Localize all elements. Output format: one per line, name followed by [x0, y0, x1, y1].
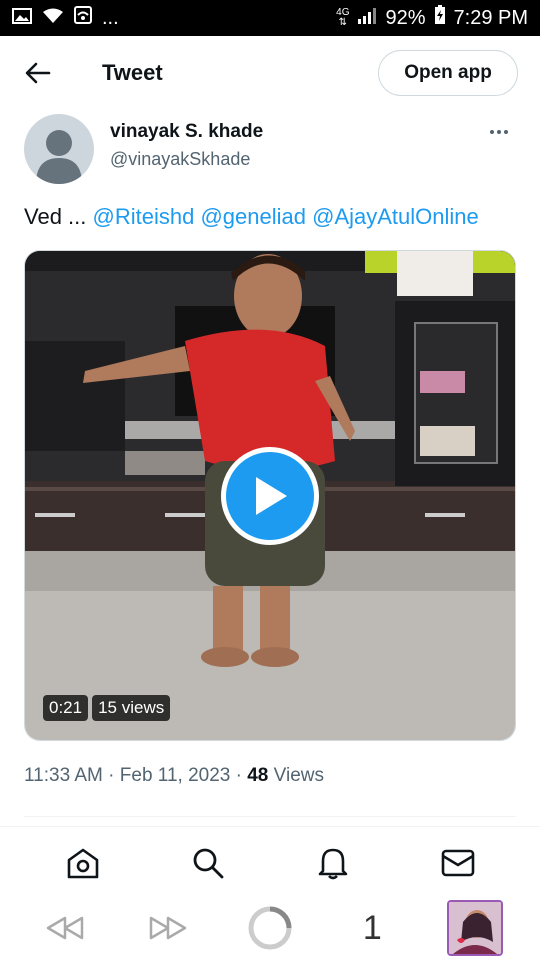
top-bar: Tweet Open app — [0, 36, 540, 110]
more-dot-icon — [504, 130, 508, 134]
gallery-notification-icon — [12, 7, 32, 30]
tweet-author: vinayak S. khade @vinayakSkhade — [24, 114, 516, 186]
browser-toolbar: 1 — [0, 896, 540, 960]
tweet-text: Ved ... @Riteishd @geneliad @AjayAtulOnl… — [24, 204, 479, 230]
signal-icon — [357, 7, 377, 30]
notifications-icon — [318, 848, 347, 880]
video-player[interactable]: 0:21 15 views — [24, 250, 516, 741]
status-overflow: ... — [102, 6, 119, 29]
play-icon — [256, 477, 287, 515]
messages-icon — [441, 849, 474, 877]
nav-notifications[interactable] — [309, 839, 357, 887]
mention-link[interactable]: @AjayAtulOnline — [312, 204, 479, 229]
meta-separator: · — [235, 765, 242, 786]
bottom-nav — [0, 830, 540, 896]
loading-circle-icon — [248, 906, 292, 950]
tab-count-button[interactable]: 1 — [344, 900, 400, 956]
video-views: 15 views — [92, 695, 171, 721]
hotspot-notification-icon — [74, 6, 92, 30]
mention-link[interactable]: @geneliad — [200, 204, 306, 229]
video-badges: 0:21 15 views — [43, 695, 171, 721]
nav-messages[interactable] — [434, 839, 482, 887]
battery-percent: 92% — [385, 6, 426, 29]
wifi-icon — [42, 7, 64, 30]
view-count: 48 — [247, 765, 269, 786]
search-icon — [193, 848, 223, 879]
more-options-button[interactable] — [484, 122, 514, 142]
clock: 7:29 PM — [453, 6, 528, 29]
browser-back-button[interactable] — [37, 900, 93, 956]
home-icon — [67, 848, 98, 879]
tweet-meta: 11:33 AM · Feb 11, 2023 · 48 Views — [24, 765, 324, 787]
play-button[interactable] — [221, 447, 319, 545]
mention-link[interactable]: @Riteishd — [93, 204, 195, 229]
battery-icon — [434, 5, 446, 31]
tweet-date[interactable]: Feb 11, 2023 — [120, 765, 231, 786]
default-avatar-icon — [36, 130, 82, 184]
author-name[interactable]: vinayak S. khade — [110, 121, 263, 143]
browser-forward-button[interactable] — [140, 900, 196, 956]
more-dot-icon — [497, 130, 501, 134]
back-button[interactable] — [22, 57, 54, 89]
browser-home-button[interactable] — [242, 900, 298, 956]
divider — [24, 816, 516, 817]
rewind-icon — [46, 916, 84, 940]
more-dot-icon — [490, 130, 494, 134]
tweet-text-prefix: Ved ... — [24, 204, 87, 229]
nav-home[interactable] — [59, 839, 107, 887]
fast-forward-icon — [149, 916, 186, 940]
nav-search[interactable] — [184, 839, 232, 887]
profile-thumbnail — [446, 900, 503, 956]
network-type: 4G ⇅ — [336, 7, 350, 28]
status-bar: ... 4G ⇅ 92% 7:29 PM — [0, 0, 540, 36]
browser-profile-button[interactable] — [446, 900, 503, 956]
back-arrow-icon — [25, 62, 51, 84]
page-title: Tweet — [102, 60, 163, 85]
author-handle[interactable]: @vinayakSkhade — [110, 149, 250, 170]
divider — [0, 826, 540, 827]
video-duration: 0:21 — [43, 695, 89, 721]
avatar[interactable] — [24, 114, 94, 184]
views-label: Views — [273, 765, 324, 786]
open-app-button[interactable]: Open app — [378, 50, 518, 96]
tweet-time[interactable]: 11:33 AM — [24, 765, 103, 786]
meta-separator: · — [108, 765, 115, 786]
